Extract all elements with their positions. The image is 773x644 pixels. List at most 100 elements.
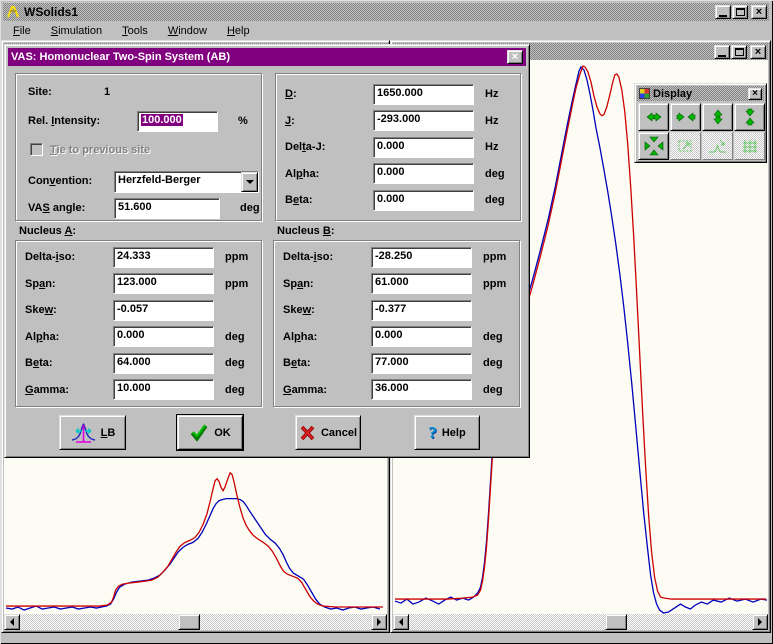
close-button[interactable]: × (751, 5, 767, 19)
nucleus-a-delta-iso-label: Delta-iso: (25, 251, 113, 263)
nucleus-a-alpha-unit: deg (225, 331, 245, 343)
check-icon (189, 424, 209, 442)
coupling-delta-j-unit: Hz (485, 141, 498, 153)
expand-horizontal-button[interactable] (638, 103, 669, 131)
left-pane-scroll-thumb[interactable] (178, 614, 200, 630)
nucleus-a-span-row: Span:123.000ppm (16, 271, 261, 298)
nucleus-b-skew-label: Skew: (283, 304, 371, 316)
nucleus-b-delta-iso-unit: ppm (483, 251, 506, 263)
right-pane-minimize-button[interactable] (714, 45, 730, 59)
contract-vertical-button[interactable] (734, 103, 765, 131)
main-titlebar: WSolids1 × (3, 3, 769, 21)
right-pane-scroll-right-button[interactable] (752, 614, 768, 630)
left-pane-scroll-right-button[interactable] (371, 614, 387, 630)
selected-text: 100.000 (141, 114, 183, 126)
contract-all-button[interactable] (638, 132, 669, 160)
nucleus-a-span-input[interactable]: 123.000 (113, 273, 214, 294)
nucleus-a-group: Delta-iso:24.333 ppm Span:123.000ppm Skew:-… (15, 240, 262, 407)
nucleus-a-beta-input[interactable]: 64.000 (113, 353, 214, 374)
coupling-beta-row: Beta:0.000deg (276, 187, 520, 214)
coupling-delta-j-label: Delta-J: (285, 141, 373, 153)
convention-dropdown[interactable]: Herzfeld-Berger (114, 171, 259, 193)
nucleus-b-delta-iso-label: Delta-iso: (283, 251, 371, 263)
nucleus-a-delta-iso-unit: ppm (225, 251, 248, 263)
triangle-left-icon (6, 618, 14, 626)
right-pane-scroll-track[interactable] (409, 614, 752, 630)
coupling-alpha-input[interactable]: 0.000 (373, 163, 474, 184)
menu-file[interactable]: File (11, 23, 33, 39)
nucleus-b-span-unit: ppm (483, 278, 506, 290)
menu-simulation[interactable]: Simulation (49, 23, 104, 39)
nucleus-b-gamma-input[interactable]: 36.000 (371, 379, 472, 400)
coupling-alpha-label: Alpha: (285, 168, 373, 180)
nucleus-a-span-label: Span: (25, 278, 113, 290)
left-pane-hscrollbar[interactable] (4, 614, 387, 630)
minimize-button[interactable] (715, 5, 731, 19)
right-pane-close-button[interactable]: × (750, 45, 766, 59)
peak-tool-button (702, 132, 733, 160)
left-pane-scroll-track[interactable] (20, 614, 371, 630)
nucleus-a-delta-iso-input[interactable]: 24.333 (113, 247, 214, 268)
coupling-beta-unit: deg (485, 194, 505, 206)
ok-button-label: OK (214, 427, 231, 439)
palette-close-button[interactable]: × (748, 88, 762, 100)
vas-angle-input[interactable]: 51.600 (114, 198, 220, 219)
simulated-red-curve (6, 473, 383, 607)
contract-all-icon (643, 136, 665, 156)
coupling-j-input[interactable]: -293.000 (373, 110, 474, 131)
site-value: 1 (104, 86, 110, 98)
palette-titlebar: Display × (637, 86, 764, 101)
cancel-button-label: Cancel (321, 427, 357, 439)
cancel-button[interactable]: Cancel (295, 415, 361, 450)
right-pane-scroll-left-button[interactable] (393, 614, 409, 630)
ok-button[interactable]: OK (177, 415, 243, 450)
dialog-titlebar: VAS: Homonuclear Two-Spin System (AB) × (8, 48, 526, 66)
nucleus-a-alpha-input[interactable]: 0.000 (113, 326, 214, 347)
vas-dialog: VAS: Homonuclear Two-Spin System (AB) × … (4, 44, 530, 458)
rel-intensity-input[interactable]: 100.000 (137, 111, 218, 132)
nucleus-b-beta-input[interactable]: 77.000 (371, 353, 472, 374)
coupling-d-unit: Hz (485, 88, 498, 100)
display-palette-icon (639, 88, 650, 99)
dropdown-button[interactable] (241, 172, 258, 192)
expand-vertical-icon (707, 107, 729, 127)
dialog-title: VAS: Homonuclear Two-Spin System (AB) (11, 51, 506, 63)
help-button[interactable]: ? Help (414, 415, 480, 450)
nucleus-b-group: Delta-iso:-28.250ppmSpan:61.000ppmSkew:-… (273, 240, 520, 407)
nucleus-a-skew-label: Skew: (25, 304, 113, 316)
nucleus-b-delta-iso-input[interactable]: -28.250 (371, 247, 472, 268)
coupling-delta-j-input[interactable]: 0.000 (373, 137, 474, 158)
nucleus-b-gamma-row: Gamma:36.000deg (274, 377, 519, 404)
nucleus-b-alpha-label: Alpha: (283, 331, 371, 343)
right-pane-maximize-button[interactable] (731, 45, 747, 59)
dialog-close-button[interactable]: × (507, 50, 523, 64)
menu-help[interactable]: Help (225, 23, 252, 39)
coupling-d-label: D: (285, 88, 373, 100)
wsolids-main-window: WSolids1 × File Simulation Tools Window … (0, 0, 773, 644)
maximize-button[interactable] (732, 5, 748, 19)
nucleus-a-alpha-label: Alpha: (25, 331, 113, 343)
nucleus-a-gamma-input[interactable]: 10.000 (113, 379, 214, 400)
nucleus-b-gamma-label: Gamma: (283, 384, 371, 396)
left-pane-scroll-left-button[interactable] (4, 614, 20, 630)
expand-vertical-button[interactable] (702, 103, 733, 131)
maximize-icon (735, 48, 744, 56)
lb-button[interactable]: LB (59, 415, 126, 450)
contract-horizontal-button[interactable] (670, 103, 701, 131)
triangle-right-icon (758, 618, 766, 626)
wsolids-app-icon[interactable] (5, 4, 21, 20)
menu-tools[interactable]: Tools (120, 23, 150, 39)
tie-checkbox-label: Tie to previous site (50, 144, 150, 156)
nucleus-b-span-input[interactable]: 61.000 (371, 273, 472, 294)
right-pane-hscrollbar[interactable] (393, 614, 768, 630)
nucleus-b-skew-input[interactable]: -0.377 (371, 300, 472, 321)
right-pane-scroll-thumb[interactable] (605, 614, 627, 630)
grid-toggle-icon (739, 136, 761, 156)
nucleus-b-beta-row: Beta:77.000deg (274, 350, 519, 377)
nucleus-a-skew-input[interactable]: -0.057 (113, 300, 214, 321)
nucleus-a-beta-row: Beta:64.000deg (16, 350, 261, 377)
coupling-d-input[interactable]: 1650.000 (373, 84, 474, 105)
coupling-beta-input[interactable]: 0.000 (373, 190, 474, 211)
menu-window[interactable]: Window (166, 23, 209, 39)
nucleus-b-alpha-input[interactable]: 0.000 (371, 326, 472, 347)
